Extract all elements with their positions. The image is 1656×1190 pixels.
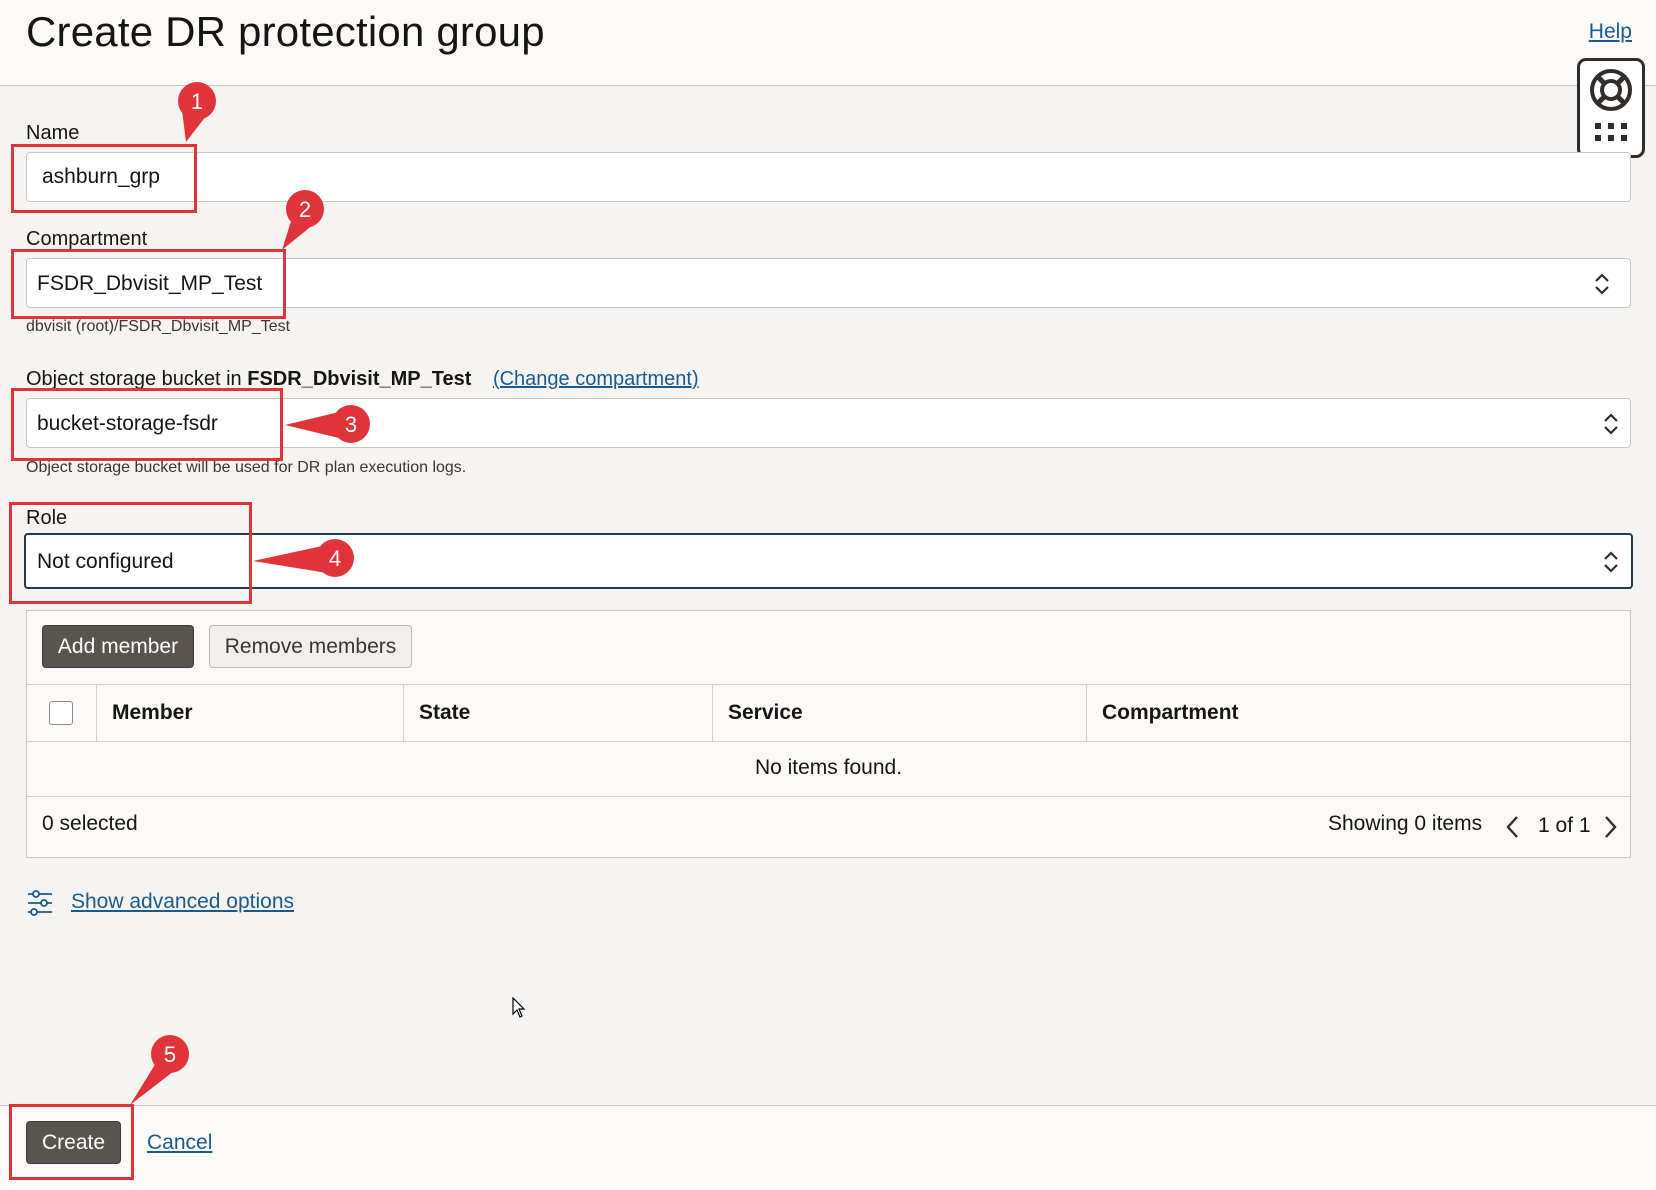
selected-count: 0 selected xyxy=(42,812,138,835)
annotation-highlight-box xyxy=(11,249,286,319)
select-chevrons-icon xyxy=(1604,551,1618,573)
add-member-button[interactable]: Add member xyxy=(42,625,194,668)
empty-message: No items found. xyxy=(754,756,903,779)
svg-text:5: 5 xyxy=(164,1042,176,1067)
select-chevrons-icon xyxy=(1595,273,1609,295)
table-header-top-divider xyxy=(27,684,1630,685)
remove-members-button[interactable]: Remove members xyxy=(209,625,412,668)
change-compartment-link[interactable]: (Change compartment) xyxy=(493,368,699,390)
svg-text:2: 2 xyxy=(299,197,311,222)
table-header-bottom-divider xyxy=(27,741,1630,742)
page-title: Create DR protection group xyxy=(26,8,545,55)
lifebuoy-icon xyxy=(1590,69,1632,141)
column-divider xyxy=(1086,685,1087,741)
annotation-highlight-box xyxy=(9,1104,134,1180)
showing-count: Showing 0 items xyxy=(1328,812,1483,835)
help-widget[interactable] xyxy=(1577,58,1645,158)
bucket-label-prefix: Object storage bucket in xyxy=(26,368,242,390)
compartment-path: dbvisit (root)/FSDR_Dbvisit_MP_Test xyxy=(26,318,291,335)
column-header-state[interactable]: State xyxy=(419,701,470,725)
name-label: Name xyxy=(26,122,80,144)
svg-text:4: 4 xyxy=(329,546,341,571)
cancel-link[interactable]: Cancel xyxy=(147,1131,212,1155)
annotation-highlight-box xyxy=(9,502,252,604)
annotation-marker-4: 4 xyxy=(253,539,354,577)
chevron-right-icon[interactable] xyxy=(1602,814,1618,840)
column-divider xyxy=(712,685,713,741)
mouse-cursor-icon xyxy=(512,997,526,1018)
annotation-highlight-box xyxy=(11,388,283,461)
name-field[interactable] xyxy=(26,152,1631,202)
sliders-icon xyxy=(28,890,52,916)
table-body-bottom-divider xyxy=(27,796,1630,797)
select-all-checkbox[interactable] xyxy=(49,701,73,725)
column-divider xyxy=(403,685,404,741)
annotation-marker-3: 3 xyxy=(285,405,370,443)
annotation-marker-1: 1 xyxy=(178,82,216,142)
show-advanced-options-link[interactable]: Show advanced options xyxy=(71,890,294,914)
column-divider xyxy=(96,685,97,741)
select-chevrons-icon xyxy=(1604,413,1618,435)
help-link[interactable]: Help xyxy=(1589,20,1632,44)
footer-bar xyxy=(0,1105,1656,1190)
svg-text:1: 1 xyxy=(191,89,203,114)
column-header-compartment[interactable]: Compartment xyxy=(1102,701,1239,725)
bucket-label-compartment: FSDR_Dbvisit_MP_Test xyxy=(247,368,472,390)
pagination-label: 1 of 1 xyxy=(1538,814,1591,837)
svg-text:3: 3 xyxy=(345,412,357,437)
annotation-highlight-box xyxy=(11,144,197,213)
bucket-help: Object storage bucket will be used for D… xyxy=(26,459,467,476)
compartment-label: Compartment xyxy=(26,228,148,250)
annotation-marker-2: 2 xyxy=(282,190,324,250)
annotation-marker-5: 5 xyxy=(130,1035,189,1105)
column-header-member[interactable]: Member xyxy=(112,701,193,725)
chevron-left-icon[interactable] xyxy=(1505,814,1521,840)
column-header-service[interactable]: Service xyxy=(728,701,803,725)
